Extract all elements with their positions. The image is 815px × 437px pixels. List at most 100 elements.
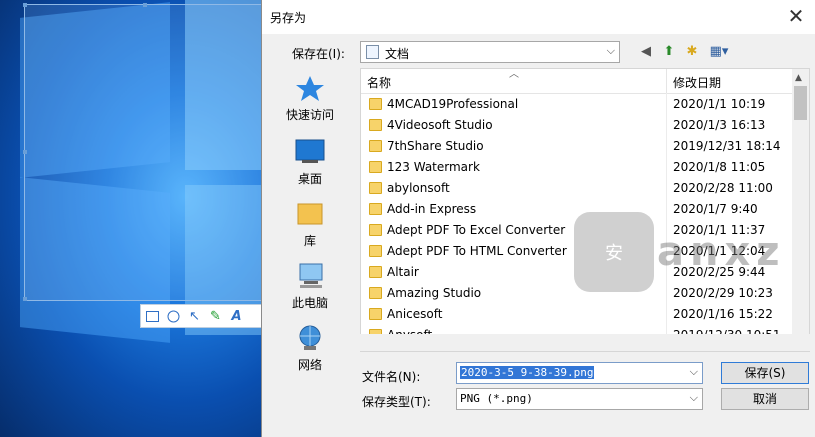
place-quick-access[interactable]: 快速访问 xyxy=(264,74,356,123)
resize-handle[interactable] xyxy=(23,297,27,301)
pen-icon[interactable]: ✎ xyxy=(208,309,223,324)
file-list[interactable]: 名称 ︿ 修改日期 4MCAD19Professional 2020/1/1 10… xyxy=(360,68,810,352)
save-button[interactable]: 保存(S) xyxy=(721,362,809,384)
file-name: Add-in Express xyxy=(387,202,477,216)
place-label: 库 xyxy=(303,234,316,248)
file-date: 2020/2/29 10:23 xyxy=(673,286,773,300)
dialog-title: 另存为 xyxy=(270,11,307,25)
filetype-label: 保存类型(T): xyxy=(362,395,431,409)
new-folder-icon[interactable]: ✱ xyxy=(683,43,701,61)
file-row[interactable]: 7thShare Studio 2019/12/31 18:14 xyxy=(361,136,793,157)
file-row[interactable]: 123 Watermark 2020/1/8 11:05 xyxy=(361,157,793,178)
filetype-dropdown[interactable]: PNG (*.png) ⌵ xyxy=(456,388,703,410)
ellipse-icon[interactable] xyxy=(166,309,181,324)
view-menu-icon[interactable]: ▦▾ xyxy=(706,43,732,61)
file-name: Adept PDF To HTML Converter xyxy=(387,244,567,258)
back-icon[interactable]: ◀ xyxy=(637,43,655,61)
file-name: Anicesoft xyxy=(387,307,443,321)
place-desktop[interactable]: 桌面 xyxy=(264,138,356,187)
title-bar: 另存为 ✕ xyxy=(262,0,815,34)
capture-selection[interactable] xyxy=(23,3,265,301)
folder-icon xyxy=(369,98,382,110)
file-name: 123 Watermark xyxy=(387,160,480,174)
arrow-icon[interactable]: ↖ xyxy=(187,309,202,324)
chevron-down-icon: ⌵ xyxy=(689,391,698,404)
documents-icon xyxy=(366,45,379,59)
scroll-thumb[interactable] xyxy=(794,86,807,120)
filename-field[interactable]: 2020-3-5 9-38-39.png ⌵ xyxy=(456,362,703,384)
folder-icon xyxy=(369,140,382,152)
file-row[interactable]: Anicesoft 2020/1/16 15:22 xyxy=(361,304,793,325)
file-date: 2020/1/3 16:13 xyxy=(673,118,766,132)
place-label: 桌面 xyxy=(297,172,322,186)
resize-handle[interactable] xyxy=(23,150,27,154)
close-icon[interactable]: ✕ xyxy=(784,4,808,28)
column-header-name[interactable]: 名称 xyxy=(367,74,391,91)
place-this-pc[interactable]: 此电脑 xyxy=(264,262,356,311)
file-name: Amazing Studio xyxy=(387,286,482,300)
file-name: Adept PDF To Excel Converter xyxy=(387,223,566,237)
folder-icon xyxy=(369,203,382,215)
sort-up-icon: ︿ xyxy=(509,69,519,80)
text-icon[interactable]: A xyxy=(229,309,244,324)
filetype-value: PNG (*.png) xyxy=(460,392,533,405)
watermark-badge: 安 xyxy=(605,243,623,264)
chevron-down-icon: ⌵ xyxy=(606,44,615,57)
watermark-logo: 安 xyxy=(574,212,654,292)
column-divider[interactable] xyxy=(666,69,667,93)
file-name: 4MCAD19Professional xyxy=(387,97,519,111)
place-label: 此电脑 xyxy=(291,296,328,310)
horizontal-scrollbar[interactable] xyxy=(360,334,810,351)
file-name: abylonsoft xyxy=(387,181,450,195)
watermark-text: anxz xyxy=(657,229,786,275)
file-date: 2020/2/28 11:00 xyxy=(673,181,773,195)
resize-handle[interactable] xyxy=(143,3,147,7)
capture-toolbar: ↖ ✎ A xyxy=(140,304,265,328)
column-header-date[interactable]: 修改日期 xyxy=(673,74,721,91)
folder-icon xyxy=(369,119,382,131)
network-icon xyxy=(294,324,326,352)
desktop-background: ↖ ✎ A xyxy=(0,0,265,437)
desktop-icon xyxy=(294,138,326,166)
folder-icon xyxy=(369,182,382,194)
file-row[interactable]: 4MCAD19Professional 2020/1/1 10:19 xyxy=(361,94,793,115)
file-row[interactable]: 4Videosoft Studio 2020/1/3 16:13 xyxy=(361,115,793,136)
file-date: 2020/1/8 11:05 xyxy=(673,160,766,174)
folder-icon xyxy=(369,287,382,299)
rectangle-icon[interactable] xyxy=(145,309,160,324)
file-date: 2020/1/16 15:22 xyxy=(673,307,773,321)
place-label: 网络 xyxy=(297,358,322,372)
scroll-up-icon[interactable]: ▲ xyxy=(795,73,802,83)
place-library[interactable]: 库 xyxy=(264,200,356,249)
resize-handle[interactable] xyxy=(23,3,27,7)
file-name: 4Videosoft Studio xyxy=(387,118,493,132)
filename-value[interactable]: 2020-3-5 9-38-39.png xyxy=(460,366,595,379)
folder-icon xyxy=(369,224,382,236)
file-name: 7thShare Studio xyxy=(387,139,484,153)
filename-label: 文件名(N): xyxy=(362,370,421,384)
computer-icon xyxy=(294,262,326,290)
file-date: 2020/1/1 10:19 xyxy=(673,97,766,111)
up-folder-icon[interactable]: ⬆ xyxy=(660,43,678,61)
file-row[interactable]: abylonsoft 2020/2/28 11:00 xyxy=(361,178,793,199)
file-name: Altair xyxy=(387,265,419,279)
folder-icon xyxy=(369,161,382,173)
place-network[interactable]: 网络 xyxy=(264,324,356,373)
lookin-dropdown[interactable]: 文档 ⌵ xyxy=(360,41,620,63)
cancel-button[interactable]: 取消 xyxy=(721,388,809,410)
vertical-scrollbar[interactable]: ▲ ▼ xyxy=(792,69,809,351)
chevron-down-icon[interactable]: ⌵ xyxy=(690,365,698,379)
dialog-body: 保存在(I): 文档 ⌵ ◀ ⬆ ✱ ▦▾ 快速访问 桌面 库 此电脑 网络 名… xyxy=(262,34,815,437)
library-icon xyxy=(294,200,326,228)
folder-icon xyxy=(369,266,382,278)
lookin-value: 文档 xyxy=(385,47,410,61)
place-label: 快速访问 xyxy=(285,108,334,122)
file-date: 2019/12/31 18:14 xyxy=(673,139,781,153)
places-bar: 快速访问 桌面 库 此电脑 网络 xyxy=(264,68,356,372)
folder-icon xyxy=(369,245,382,257)
folder-icon xyxy=(369,308,382,320)
save-as-dialog: 另存为 ✕ 保存在(I): 文档 ⌵ ◀ ⬆ ✱ ▦▾ 快速访问 桌面 库 此电… xyxy=(261,0,815,437)
lookin-label: 保存在(I): xyxy=(292,47,345,61)
list-header: 名称 ︿ 修改日期 xyxy=(361,69,793,94)
star-icon xyxy=(294,74,326,102)
